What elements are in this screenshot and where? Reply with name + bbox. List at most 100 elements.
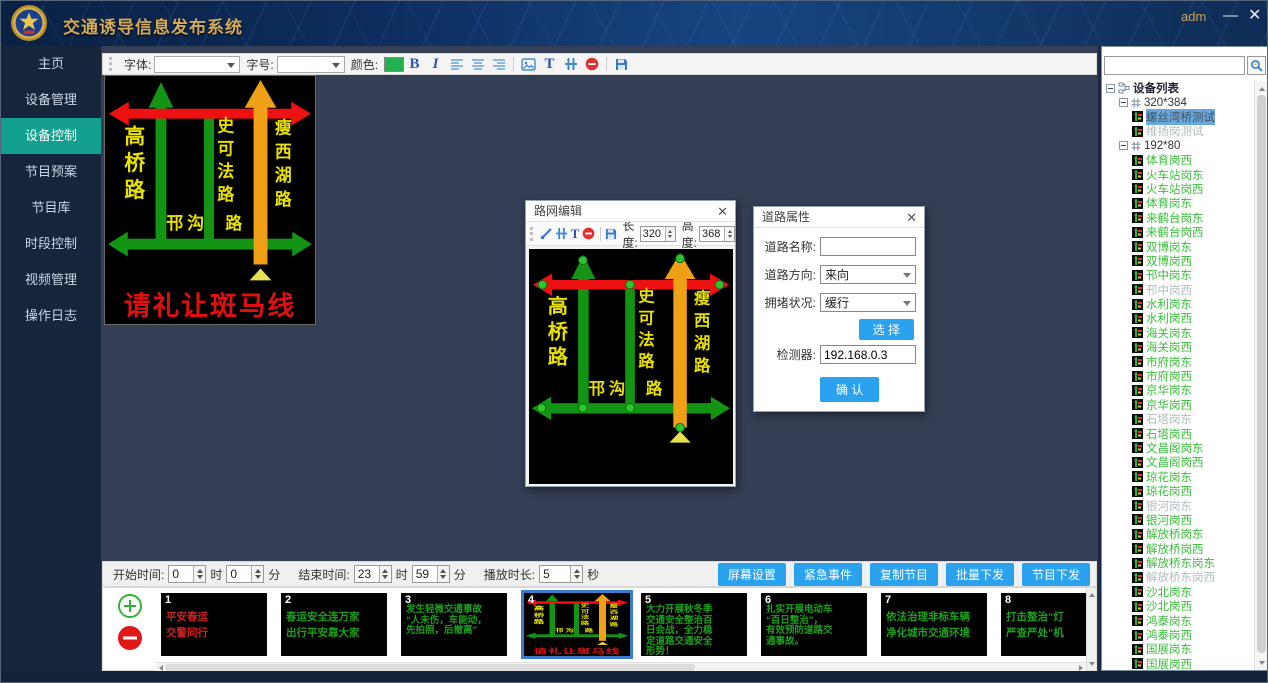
road-network-canvas[interactable]: 高桥路史可法路瘦西湖路邗沟路 [529,249,733,484]
tree-item[interactable]: 国展岗西 [1104,657,1254,670]
insert-text-icon[interactable]: T [540,55,559,73]
insert-text-icon[interactable]: T [570,225,580,243]
tree-item[interactable]: 体育岗西 [1104,153,1254,167]
italic-icon[interactable]: I [426,55,445,73]
tree-item[interactable]: 双博岗西 [1104,254,1254,268]
tree-item[interactable]: 双博岗东 [1104,239,1254,253]
duration-input[interactable]: 5 [539,565,583,583]
font-select[interactable] [154,56,240,73]
select-detector-button[interactable]: 选 择 [859,319,914,340]
bold-icon[interactable]: B [405,55,424,73]
tree-item[interactable]: 邗中岗西 [1104,282,1254,296]
sidebar-item-视频管理[interactable]: 视频管理 [1,262,101,298]
tree-item[interactable]: 来鹤台岗西 [1104,225,1254,239]
schedule-action-button[interactable]: 屏幕设置 [718,563,786,586]
program-thumbnail-3[interactable]: 发生轻微交通事故“人未伤，车能动，先拍照，后撤离”3 [401,593,507,656]
horizontal-scrollbar[interactable] [155,662,1087,671]
end-hour-input[interactable]: 23 [354,565,392,583]
tree-item[interactable]: 海关岗东 [1104,326,1254,340]
tree-item[interactable]: 水利岗东 [1104,297,1254,311]
device-search-input[interactable] [1104,56,1245,75]
strip-vertical-scrollbar[interactable] [1086,587,1097,671]
tree-item[interactable]: 解放桥岗西 [1104,542,1254,556]
tree-item[interactable]: 琼花岗东 [1104,470,1254,484]
align-left-icon[interactable] [447,55,466,73]
color-swatch[interactable] [384,57,404,72]
program-thumbnail-8[interactable]: 打击整治“灯严查严处“机8 [1001,593,1087,656]
tree-item[interactable]: 市府岗西 [1104,369,1254,383]
tree-item[interactable]: 来鹤台岗东 [1104,211,1254,225]
tree-item[interactable]: 市府岗东 [1104,354,1254,368]
program-thumbnail-1[interactable]: 平安春运交警同行1 [161,593,267,656]
tree-expander-icon[interactable] [1119,98,1128,107]
tree-item[interactable]: 琼花岗西 [1104,484,1254,498]
schedule-action-button[interactable]: 紧急事件 [794,563,862,586]
tree-item[interactable]: 水利岗西 [1104,311,1254,325]
tree-item[interactable]: 解放桥东岗西 [1104,570,1254,584]
tree-item[interactable]: 国展岗东 [1104,642,1254,656]
font-size-select[interactable] [277,56,345,73]
confirm-button[interactable]: 确 认 [820,377,879,402]
program-thumbnail-2[interactable]: 春运安全连万家出行平安靠大家2 [281,593,387,656]
draw-line-icon[interactable] [540,225,553,243]
tree-item[interactable]: 螺丝湾桥测试 [1104,110,1254,124]
tree-expander-icon[interactable] [1106,84,1115,93]
tree-item[interactable]: 银河岗东 [1104,498,1254,512]
close-icon[interactable]: ✕ [906,207,917,228]
tree-expander-icon[interactable] [1119,141,1128,150]
tree-scroll-thumb[interactable] [1257,95,1266,653]
tree-item[interactable]: 火车站岗东 [1104,167,1254,181]
sidebar-item-时段控制[interactable]: 时段控制 [1,226,101,262]
detector-input[interactable] [820,345,916,364]
scroll-up-icon[interactable] [1255,81,1268,93]
tree-item[interactable]: 体育岗东 [1104,196,1254,210]
dialog-titlebar[interactable]: 道路属性 ✕ [754,207,924,228]
insert-image-icon[interactable] [519,55,538,73]
program-thumbnail-5[interactable]: 大力开展秋冬季交通安全整治百日会战，全力稳定道路交通安全形势！5 [641,593,747,656]
tree-item[interactable]: 银河岗西 [1104,513,1254,527]
tree-item[interactable]: 沙北岗西 [1104,599,1254,613]
tree-item[interactable]: 文昌阁岗东 [1104,441,1254,455]
save-icon[interactable] [605,225,617,243]
tree-item[interactable]: 石塔岗东 [1104,412,1254,426]
scroll-down-icon[interactable] [1255,658,1268,670]
close-icon[interactable]: ✕ [717,201,728,222]
add-program-button[interactable] [117,593,143,619]
tree-scrollbar[interactable] [1254,81,1267,670]
tree-item[interactable]: 海关岗西 [1104,340,1254,354]
close-button[interactable]: ✕ [1248,7,1261,25]
tree-item[interactable]: 鸿泰岗东 [1104,613,1254,627]
scroll-left-icon[interactable] [155,663,164,671]
logged-in-user[interactable]: adm [1181,9,1206,24]
tree-item[interactable]: 设备列表 [1104,81,1254,95]
delete-icon[interactable] [582,55,601,73]
delete-icon[interactable] [582,225,595,243]
align-center-icon[interactable] [468,55,487,73]
sidebar-item-操作日志[interactable]: 操作日志 [1,298,101,334]
tree-item[interactable]: 192*80 [1104,139,1254,153]
tree-item[interactable]: 京华岗东 [1104,383,1254,397]
start-hour-input[interactable]: 0 [168,565,206,583]
program-thumbnail-7[interactable]: 依法治理非标车辆净化城市交通环境7 [881,593,987,656]
schedule-action-button[interactable]: 节目下发 [1022,563,1090,586]
tree-item[interactable]: 鸿泰岗西 [1104,628,1254,642]
tree-item[interactable]: 解放桥东岗东 [1104,556,1254,570]
tree-item[interactable]: 解放桥岗东 [1104,527,1254,541]
schedule-action-button[interactable]: 批量下发 [946,563,1014,586]
remove-program-button[interactable] [117,625,143,651]
search-button[interactable] [1247,56,1266,75]
end-minute-input[interactable]: 59 [412,565,450,583]
sidebar-item-节目预案[interactable]: 节目预案 [1,154,101,190]
tree-item[interactable]: 沙北岗东 [1104,585,1254,599]
minimize-button[interactable]: — [1223,7,1238,25]
road-direction-select[interactable]: 来向 [820,265,916,284]
schedule-action-button[interactable]: 复制节目 [870,563,938,586]
program-thumbnail-4[interactable]: 高桥路史可法路瘦西湖路邗沟路请礼让斑马线4 [521,590,633,659]
height-input[interactable]: 368 [699,226,735,242]
sidebar-item-主页[interactable]: 主页 [1,46,101,82]
save-icon[interactable] [612,55,631,73]
tree-item[interactable]: 火车站岗西 [1104,182,1254,196]
tree-item[interactable]: 文昌阁岗西 [1104,455,1254,469]
tree-item[interactable]: 石塔岗西 [1104,426,1254,440]
horizontal-scroll-thumb[interactable] [165,664,695,671]
